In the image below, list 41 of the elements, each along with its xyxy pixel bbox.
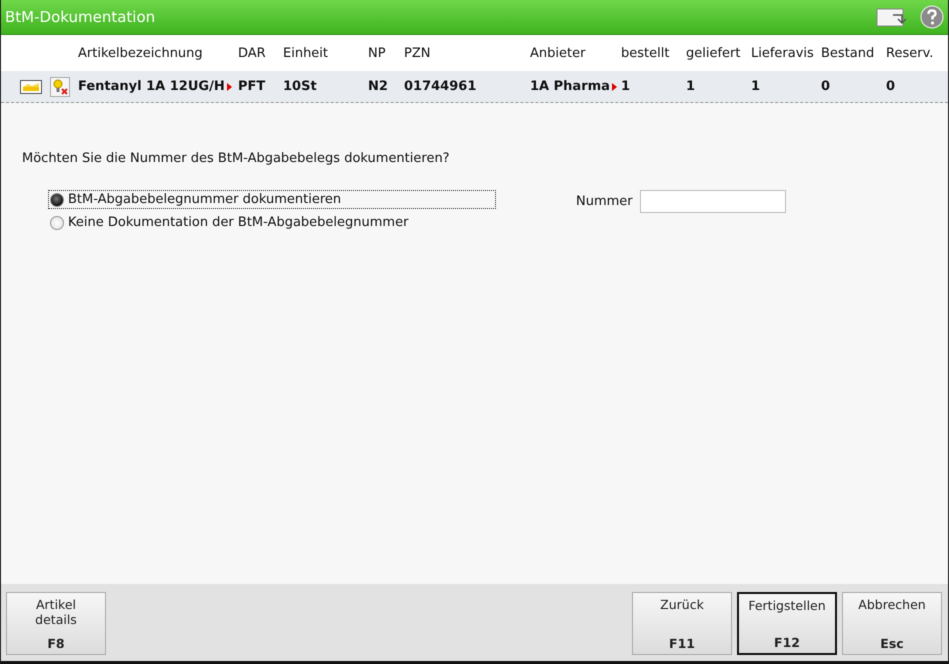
- number-field[interactable]: [640, 190, 786, 213]
- table-cell: 1A Pharma: [530, 79, 610, 94]
- column-header[interactable]: NP: [368, 46, 386, 60]
- table-row[interactable]: Fentanyl 1A 12UG/H PFT 10St N2 01744961 1A Pharma 1 1 1 0 0: [1, 71, 948, 103]
- footer-button[interactable]: Abbrechen Esc: [842, 592, 942, 655]
- image-icon[interactable]: [20, 80, 42, 94]
- table-cell: N2: [368, 79, 388, 94]
- table-cell: 10St: [283, 79, 317, 94]
- window-title: BtM-Dokumentation: [5, 8, 156, 26]
- table-cell: 01744961: [404, 79, 476, 94]
- truncation-icon: [612, 82, 617, 90]
- column-header[interactable]: bestellt: [621, 46, 670, 60]
- field-label: Nummer: [576, 194, 633, 209]
- footer-button[interactable]: Fertigstellen F12: [737, 592, 837, 655]
- column-header[interactable]: geliefert: [686, 46, 740, 60]
- radio-option[interactable]: Keine Dokumentation der BtM-Abgabebelegnummer: [48, 213, 496, 232]
- bulb-icon[interactable]: [50, 76, 70, 96]
- footer-button[interactable]: Artikel details F8: [6, 592, 106, 655]
- table-cell: PFT: [238, 79, 266, 94]
- table-cell: 0: [886, 79, 896, 94]
- question-text: Möchten Sie die Nummer des BtM-Abgabebelegs dokumentieren?: [22, 151, 451, 166]
- column-header[interactable]: Einheit: [283, 46, 328, 60]
- table-cell: Fentanyl 1A 12UG/H: [78, 79, 225, 94]
- column-header[interactable]: Bestand: [821, 46, 874, 60]
- radio-button[interactable]: [50, 216, 64, 230]
- radio-button[interactable]: [50, 192, 64, 206]
- table-cell: 0: [821, 79, 830, 94]
- column-header[interactable]: PZN: [404, 46, 430, 60]
- table-cell: 1: [621, 79, 630, 94]
- table-cell: 1: [686, 79, 696, 94]
- help-icon[interactable]: [920, 5, 944, 29]
- column-header[interactable]: DAR: [238, 46, 266, 60]
- truncation-icon: [226, 82, 232, 90]
- column-header[interactable]: Anbieter: [530, 46, 586, 60]
- column-header[interactable]: Lieferavis: [751, 46, 814, 60]
- table-cell: 1: [751, 79, 760, 94]
- footer-button[interactable]: Zurück F11: [632, 592, 732, 655]
- column-header[interactable]: Artikelbezeichnung: [78, 46, 203, 60]
- window-icon[interactable]: [876, 6, 906, 28]
- radio-option[interactable]: BtM-Abgabebelegnummer dokumentieren: [48, 190, 496, 209]
- column-header[interactable]: Reserv.: [886, 46, 934, 60]
